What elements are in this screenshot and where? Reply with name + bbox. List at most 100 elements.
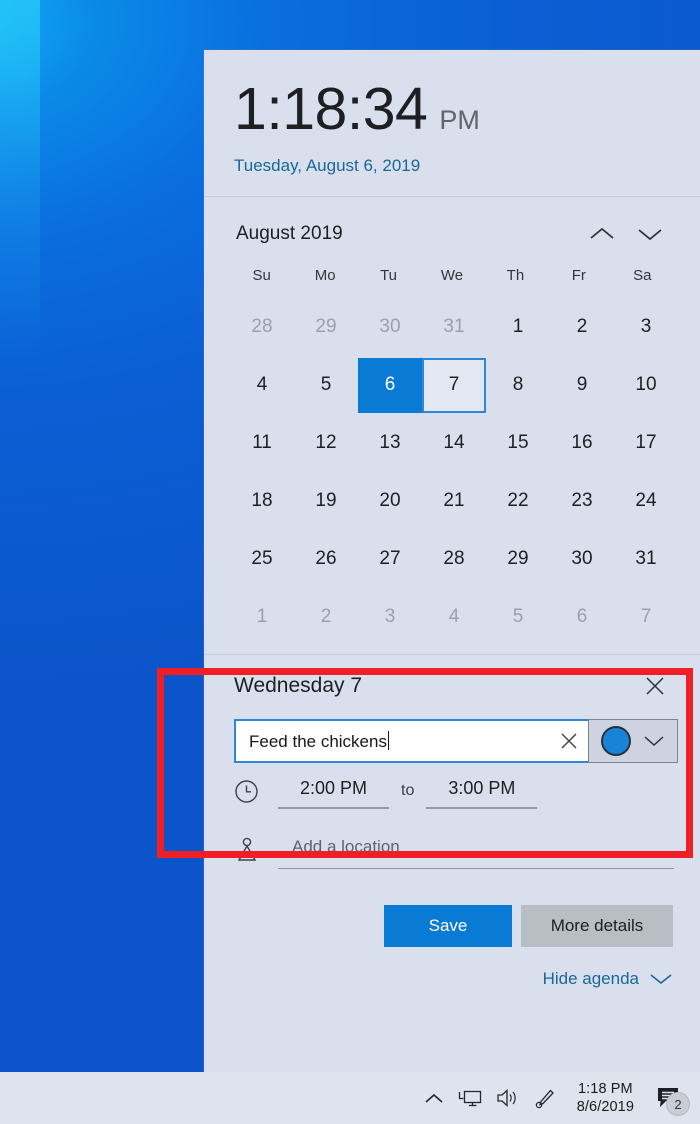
calendar-day-cell[interactable]: 14 — [422, 414, 486, 472]
calendar-day-number: 4 — [448, 606, 460, 627]
calendar-month-button[interactable]: August 2019 — [230, 223, 578, 245]
calendar-day-cell[interactable]: 28 — [230, 298, 294, 356]
calendar-day-cell[interactable]: 4 — [230, 356, 294, 414]
calendar-day-cell[interactable]: 10 — [614, 356, 678, 414]
location-pin-icon — [237, 837, 257, 861]
calendar-weekday-su: Su — [252, 267, 271, 284]
calendar-day-cell[interactable]: 27 — [358, 530, 422, 588]
current-time: 1:18:34 PM — [234, 80, 700, 139]
calendar-day-cell[interactable]: 21 — [422, 472, 486, 530]
hide-agenda-button[interactable]: Hide agenda — [230, 969, 674, 989]
calendar-day-cell[interactable]: 15 — [486, 414, 550, 472]
pen-workspace-button[interactable] — [527, 1072, 563, 1124]
calendar-day-cell[interactable]: 20 — [358, 472, 422, 530]
calendar-day-cell[interactable]: 1 — [230, 588, 294, 646]
calendar-day-cell[interactable]: 5 — [486, 588, 550, 646]
calendar-day-cell[interactable]: 31 — [422, 298, 486, 356]
calendar-day-cell[interactable]: 4 — [422, 588, 486, 646]
calendar-day-cell[interactable]: 13 — [358, 414, 422, 472]
calendar-day-cell[interactable]: 25 — [230, 530, 294, 588]
calendar-day-cell[interactable]: 2 — [294, 588, 358, 646]
calendar-day-number: 8 — [512, 374, 524, 395]
taskbar-clock[interactable]: 1:18 PM 8/6/2019 — [563, 1072, 646, 1124]
time-ampm: PM — [439, 105, 480, 135]
calendar-day-cell[interactable]: 16 — [550, 414, 614, 472]
calendar-next-month-button[interactable] — [626, 214, 674, 254]
chevron-down-icon — [650, 974, 672, 985]
event-title-clear-button[interactable] — [550, 731, 588, 751]
calendar-day-cell[interactable]: 9 — [550, 356, 614, 414]
calendar-day-cell[interactable]: 6 — [550, 588, 614, 646]
event-title-input[interactable]: Feed the chickens — [234, 719, 588, 763]
calendar-color-swatch — [601, 726, 631, 756]
calendar-day-number: 18 — [251, 490, 273, 511]
calendar-weekday-mo: Mo — [314, 267, 336, 284]
pen-workspace-icon — [535, 1089, 554, 1109]
calendar-day-cell[interactable]: 30 — [358, 298, 422, 356]
network-monitor-icon — [458, 1090, 481, 1107]
calendar-day-cell[interactable]: 17 — [614, 414, 678, 472]
show-hidden-icons-button[interactable] — [417, 1072, 451, 1124]
calendar-day-number: 14 — [443, 432, 465, 453]
calendar-day-cell[interactable]: 29 — [486, 530, 550, 588]
calendar-day-cell[interactable]: 3 — [358, 588, 422, 646]
calendar-day-number: 7 — [422, 357, 486, 413]
calendar-day-number: 23 — [571, 490, 593, 511]
calendar-day-cell[interactable]: 7 — [614, 588, 678, 646]
calendar-day-cell[interactable]: 7 — [422, 356, 486, 414]
agenda-close-button[interactable] — [636, 667, 674, 705]
wallpaper-highlight — [0, 0, 40, 500]
calendar-day-number: 16 — [571, 432, 593, 453]
event-start-time[interactable]: 2:00 PM — [278, 774, 390, 809]
calendar-day-number: 1 — [256, 606, 268, 627]
calendar-day-cell[interactable]: 5 — [294, 356, 358, 414]
calendar-day-number: 20 — [379, 490, 401, 511]
speaker-icon — [497, 1089, 516, 1107]
more-details-button[interactable]: More details — [521, 905, 673, 947]
calendar: August 2019 Su Mo Tu We Th Fr Sa 28 29 30 31 1 2 3 4 5… — [204, 197, 700, 646]
calendar-day-cell[interactable]: 2 — [550, 298, 614, 356]
calendar-day-cell[interactable]: 31 — [614, 530, 678, 588]
calendar-day-cell[interactable]: 24 — [614, 472, 678, 530]
calendar-day-cell[interactable]: 6 — [358, 356, 422, 414]
action-center-button[interactable]: 2 — [646, 1072, 692, 1124]
calendar-day-number: 22 — [507, 490, 529, 511]
calendar-day-cell[interactable]: 3 — [614, 298, 678, 356]
calendar-day-cell[interactable]: 18 — [230, 472, 294, 530]
calendar-prev-month-button[interactable] — [578, 214, 626, 254]
calendar-day-cell[interactable]: 8 — [486, 356, 550, 414]
calendar-day-cell[interactable]: 19 — [294, 472, 358, 530]
event-title-value: Feed the chickens — [249, 730, 550, 752]
volume-button[interactable] — [489, 1072, 527, 1124]
calendar-day-number: 27 — [379, 548, 401, 569]
event-location-input[interactable]: Add a location — [278, 831, 674, 869]
save-button[interactable]: Save — [384, 905, 512, 947]
calendar-day-cell[interactable]: 11 — [230, 414, 294, 472]
calendar-day-number: 6 — [358, 357, 422, 413]
calendar-day-cell[interactable]: 30 — [550, 530, 614, 588]
calendar-day-cell[interactable]: 12 — [294, 414, 358, 472]
event-location-row: Add a location — [234, 819, 674, 881]
calendar-day-number: 1 — [512, 316, 524, 337]
location-icon-wrapper — [234, 836, 278, 864]
calendar-day-number: 7 — [640, 606, 652, 627]
clock-calendar-flyout: 1:18:34 PM Tuesday, August 6, 2019 Augus… — [204, 50, 700, 1072]
calendar-day-cell[interactable]: 22 — [486, 472, 550, 530]
calendar-day-cell[interactable]: 26 — [294, 530, 358, 588]
calendar-day-number: 2 — [320, 606, 332, 627]
network-button[interactable] — [451, 1072, 489, 1124]
calendar-day-cell[interactable]: 29 — [294, 298, 358, 356]
calendar-day-cell[interactable]: 28 — [422, 530, 486, 588]
event-title-row: Feed the chickens — [234, 719, 678, 763]
chevron-up-icon — [425, 1093, 443, 1103]
calendar-day-cell[interactable]: 23 — [550, 472, 614, 530]
calendar-day-number: 10 — [635, 374, 657, 395]
calendar-day-number: 3 — [640, 316, 652, 337]
calendar-day-cell[interactable]: 1 — [486, 298, 550, 356]
event-end-time[interactable]: 3:00 PM — [426, 774, 538, 809]
agenda-button-row: Save More details — [230, 905, 674, 947]
calendar-day-number: 11 — [252, 432, 272, 453]
taskbar-clock-time: 1:18 PM — [578, 1080, 633, 1097]
event-calendar-color-picker[interactable] — [588, 719, 678, 763]
hide-agenda-label: Hide agenda — [542, 969, 639, 988]
